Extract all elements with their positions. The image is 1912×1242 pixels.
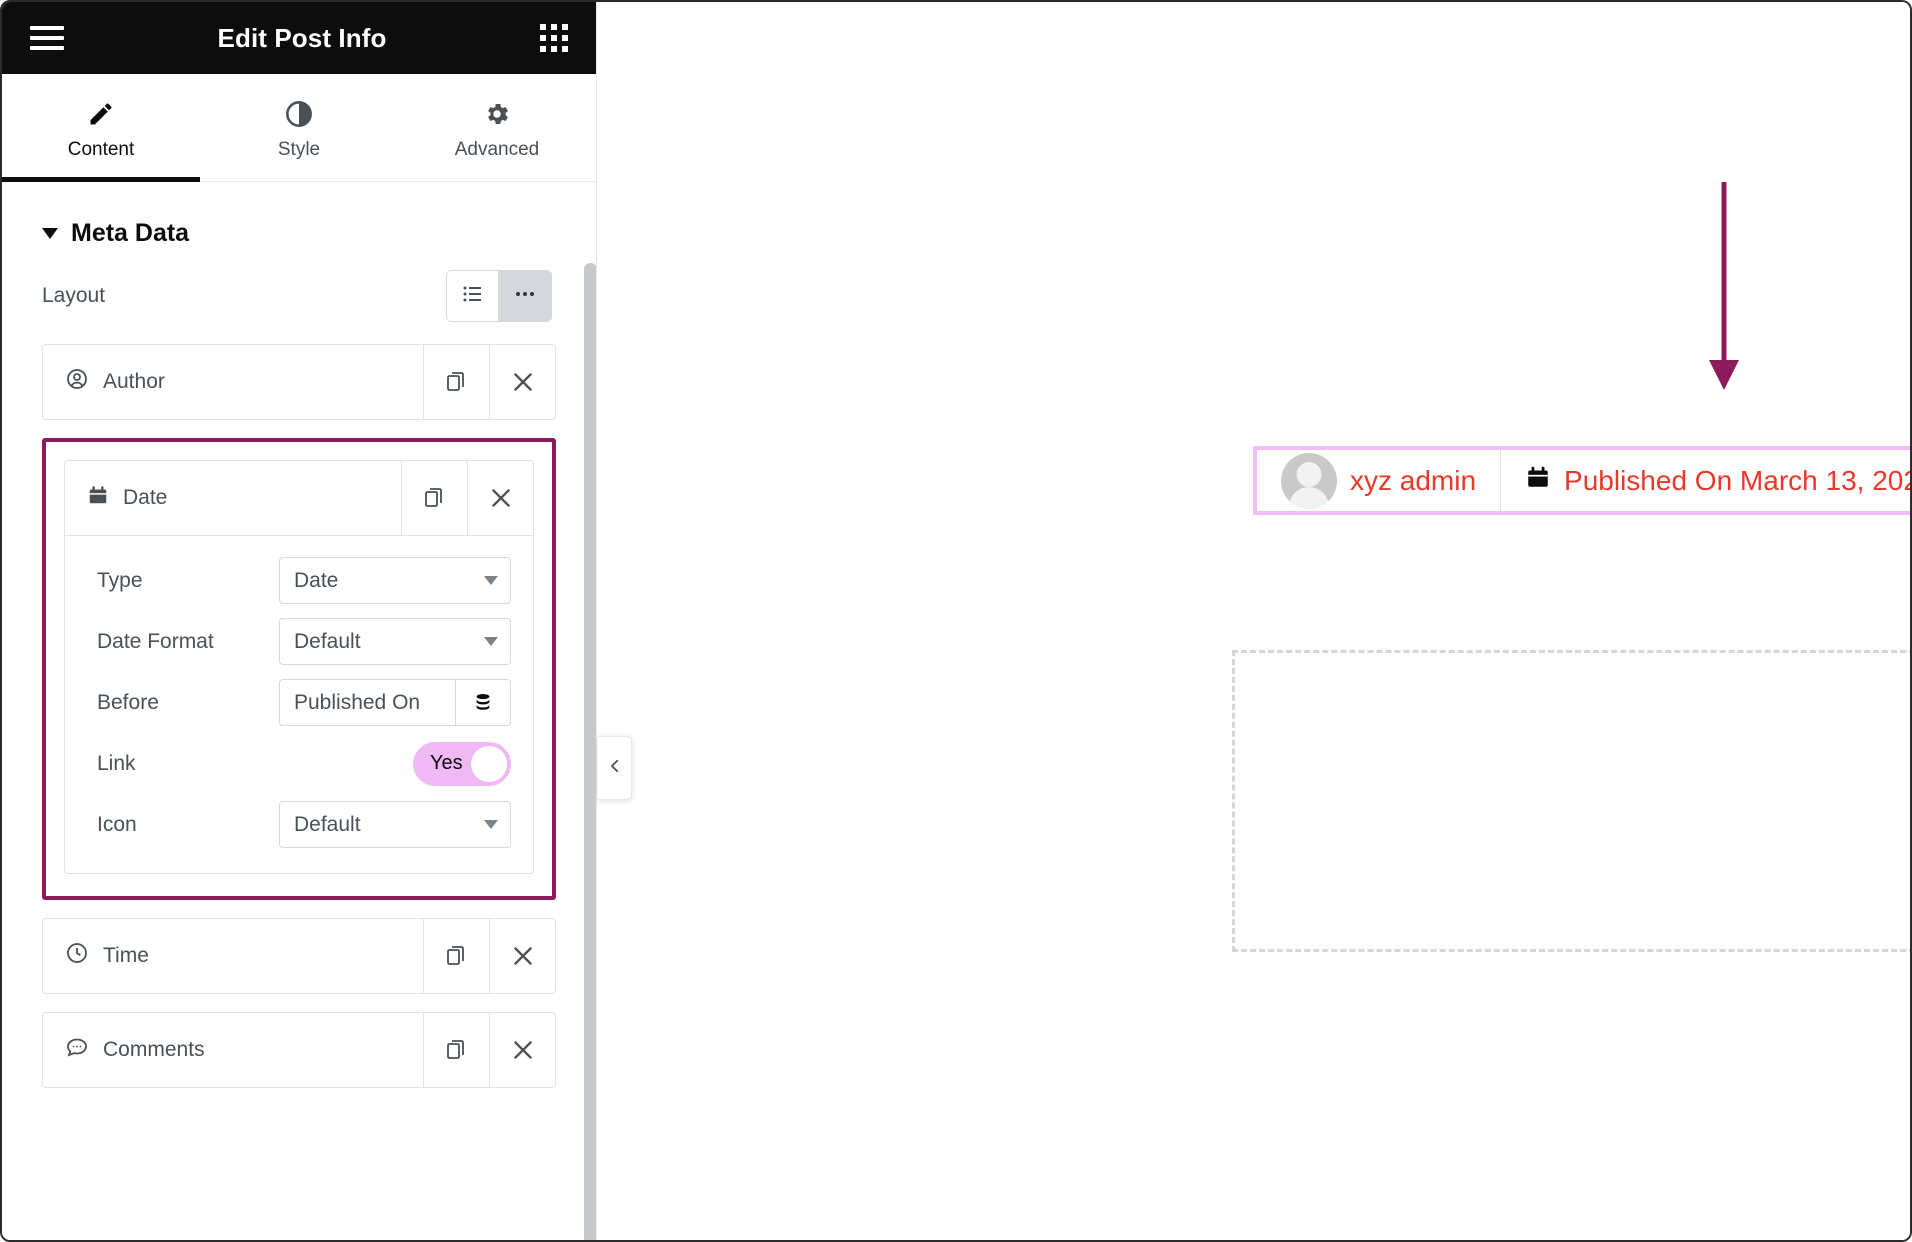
tab-advanced-label: Advanced	[454, 139, 540, 160]
field-type: Type Date	[65, 550, 533, 611]
comment-icon	[65, 1035, 89, 1065]
widget-dropzone[interactable]: Drag widget here	[1232, 650, 1910, 952]
repeater-item-time[interactable]: Time	[42, 918, 556, 994]
duplicate-icon[interactable]	[423, 345, 489, 419]
post-meta-date-text: Published On March 13, 2024	[1564, 464, 1912, 496]
down-arrow-annotation	[1703, 182, 1745, 397]
repeater-item-comments[interactable]: Comments	[42, 1012, 556, 1088]
field-date-format-label: Date Format	[97, 629, 214, 653]
tab-content[interactable]: Content	[2, 74, 200, 182]
section-meta-data-label: Meta Data	[71, 219, 190, 247]
close-x-icon[interactable]	[467, 461, 533, 535]
chevron-down-icon	[484, 576, 498, 585]
icon-select-value: Default	[294, 812, 361, 836]
avatar-icon	[1281, 452, 1337, 509]
panel-header: Edit Post Info	[2, 2, 596, 74]
panel-scroll-area: Meta Data Layout Author Date Type Date D…	[2, 183, 596, 1240]
duplicate-icon[interactable]	[401, 461, 467, 535]
close-x-icon[interactable]	[489, 1013, 555, 1087]
chevron-left-icon	[606, 757, 624, 780]
database-stack-icon[interactable]	[455, 679, 511, 726]
editor-canvas: xyz admin Published On March 13, 2024 5:…	[598, 2, 1910, 1240]
panel-collapse-handle[interactable]	[598, 736, 632, 800]
date-format-select-value: Default	[294, 629, 361, 653]
repeater-item-date[interactable]: Date	[64, 460, 534, 536]
repeater-item-title[interactable]: Time	[43, 919, 423, 993]
repeater-list: Author	[2, 344, 596, 420]
field-date-format: Date Format Default	[65, 611, 533, 672]
section-meta-data[interactable]: Meta Data	[2, 183, 596, 248]
user-circle-icon	[65, 367, 89, 397]
panel-scrollbar[interactable]	[584, 263, 596, 1240]
clock-icon	[65, 941, 89, 971]
hamburger-menu-icon[interactable]	[30, 20, 64, 56]
post-meta-author[interactable]: xyz admin	[1257, 450, 1502, 511]
half-circle-contrast-icon	[285, 100, 313, 128]
link-toggle-value: Yes	[430, 752, 463, 774]
pencil-icon	[87, 100, 115, 128]
ellipsis-icon	[513, 282, 537, 311]
repeater-item-title[interactable]: Date	[65, 461, 401, 535]
post-meta-author-text: xyz admin	[1350, 464, 1477, 496]
tab-content-label: Content	[67, 139, 135, 160]
panel-tabs: Content Style Advanced	[2, 74, 596, 182]
post-meta-date[interactable]: Published On March 13, 2024	[1501, 450, 1912, 511]
repeater-item-label: Author	[103, 370, 165, 393]
list-icon	[461, 282, 485, 311]
before-input-group: Published On	[279, 679, 511, 726]
repeater-item-label: Comments	[103, 1038, 205, 1061]
link-toggle[interactable]: Yes	[413, 741, 511, 786]
field-link: Link Yes	[65, 733, 533, 794]
repeater-item-date-selected: Date Type Date Date Format Default Befor…	[42, 438, 556, 900]
chevron-down-icon	[484, 820, 498, 829]
duplicate-icon[interactable]	[423, 919, 489, 993]
layout-label: Layout	[42, 284, 106, 307]
before-input[interactable]: Published On	[279, 679, 455, 726]
page-title: Edit Post Info	[217, 22, 387, 53]
type-select-value: Date	[294, 568, 339, 592]
field-type-label: Type	[97, 568, 143, 592]
date-settings-fields: Type Date Date Format Default Before Pub…	[64, 536, 534, 874]
field-before: Before Published On	[65, 672, 533, 733]
post-info-widget-preview[interactable]: xyz admin Published On March 13, 2024 5:…	[1253, 446, 1912, 515]
tab-advanced[interactable]: Advanced	[398, 74, 596, 181]
toggle-knob	[471, 745, 507, 782]
repeater-list-bottom: Time Comments	[2, 918, 596, 1088]
field-before-label: Before	[97, 690, 159, 714]
tab-style[interactable]: Style	[200, 74, 398, 181]
layout-control: Layout	[2, 248, 596, 344]
layout-option-list[interactable]	[447, 271, 499, 321]
layout-choices	[446, 270, 552, 322]
icon-select[interactable]: Default	[279, 801, 511, 848]
calendar-icon	[1525, 464, 1551, 497]
repeater-item-label: Time	[103, 944, 149, 967]
gear-icon	[483, 100, 511, 128]
field-icon: Icon Default	[65, 794, 533, 855]
chevron-down-icon	[42, 228, 58, 239]
chevron-down-icon	[484, 637, 498, 646]
elementor-editor-window: Edit Post Info Content Style Advanced Me…	[0, 0, 1912, 1242]
field-icon-label: Icon	[97, 812, 137, 836]
date-format-select[interactable]: Default	[279, 618, 511, 665]
tab-style-label: Style	[277, 139, 321, 160]
repeater-item-title[interactable]: Author	[43, 345, 423, 419]
type-select[interactable]: Date	[279, 557, 511, 604]
field-link-label: Link	[97, 751, 136, 775]
repeater-item-label: Date	[123, 486, 168, 509]
before-input-value: Published On	[294, 690, 421, 714]
repeater-item-author[interactable]: Author	[42, 344, 556, 420]
close-x-icon[interactable]	[489, 919, 555, 993]
repeater-item-title[interactable]: Comments	[43, 1013, 423, 1087]
calendar-icon	[87, 484, 109, 512]
grid-apps-icon[interactable]	[540, 24, 568, 52]
duplicate-icon[interactable]	[423, 1013, 489, 1087]
editor-sidebar-panel: Edit Post Info Content Style Advanced Me…	[2, 2, 597, 1240]
close-x-icon[interactable]	[489, 345, 555, 419]
layout-option-inline[interactable]	[499, 271, 551, 321]
